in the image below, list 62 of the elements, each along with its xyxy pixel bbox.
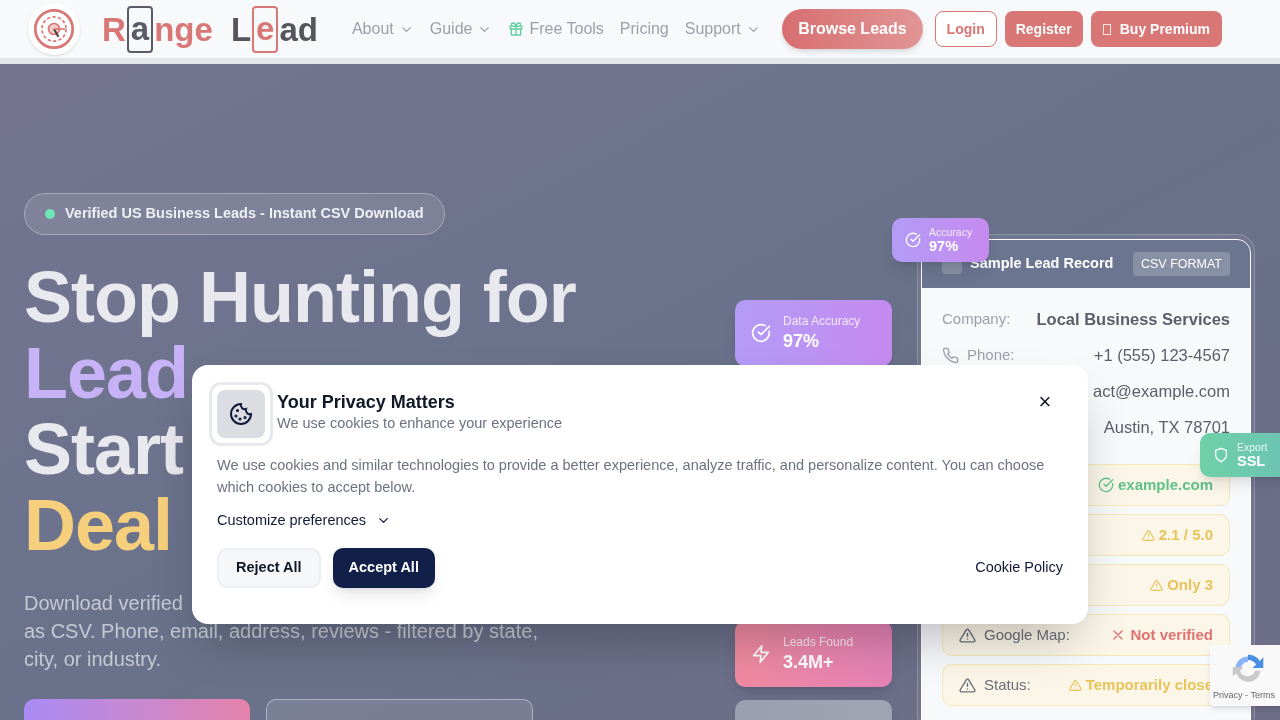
nav-link[interactable]: Free Tools	[508, 17, 604, 41]
phone-icon	[942, 346, 959, 364]
field-value: +1 (555) 123-4567	[1093, 344, 1230, 366]
nav-dropdown[interactable]: Guide	[429, 17, 493, 41]
stat-value: 3.4M+	[783, 651, 835, 674]
warning-icon	[959, 676, 976, 694]
warning-icon	[1141, 528, 1155, 542]
header-button[interactable]: Login	[934, 11, 997, 47]
status-value: 2.1 / 5.0	[1141, 523, 1213, 547]
check-circle-icon	[1097, 477, 1114, 493]
badge-label: Export	[1237, 440, 1268, 453]
field-label: Status:	[984, 674, 1031, 695]
placeholder-icon	[1102, 23, 1111, 35]
check-circle-icon	[905, 232, 921, 248]
badge-value: 97%	[929, 237, 959, 255]
hero-description: as CSV. Phone, email, address, reviews - filtered by state, city, or industry.	[24, 619, 539, 672]
lightning-icon	[751, 644, 771, 664]
stat-label: Data Accuracy	[783, 313, 861, 329]
headline-line: Deal	[24, 487, 173, 563]
field-value: act@example.com	[1093, 380, 1230, 402]
badge-label: Accuracy	[929, 225, 973, 238]
warning-icon	[1068, 678, 1082, 692]
field-label: Google Map:	[984, 624, 1070, 645]
headline-line: Start	[24, 411, 184, 487]
reject-button[interactable]: Reject All	[217, 547, 321, 588]
dialog-subtitle: We use cookies to enhance your experience	[277, 414, 563, 433]
status-value: Only 3	[1150, 573, 1213, 597]
hero-badge: Verified US Business Leads - Instant CSV Download	[24, 193, 445, 235]
customize-toggle[interactable]: Customize preferences	[217, 510, 392, 532]
header-button[interactable]: Buy Premium	[1090, 11, 1222, 47]
gift-icon	[508, 21, 525, 37]
header-button[interactable]: Register	[1004, 11, 1083, 47]
field-label: Phone:	[967, 344, 1015, 365]
headline-line: Stop Hunting for	[24, 259, 576, 335]
accept-button[interactable]: Accept All	[332, 547, 435, 588]
warning-icon	[1150, 578, 1164, 592]
stat-value: 97%	[783, 330, 821, 353]
warning-icon	[959, 626, 976, 644]
dialog-title: Your Privacy Matters	[277, 391, 455, 413]
close-button[interactable]: ×	[1033, 390, 1057, 414]
logo-icon[interactable]	[28, 3, 80, 55]
shield-icon	[1213, 447, 1229, 463]
header-button[interactable]: Browse Leads	[782, 9, 923, 49]
nav-link[interactable]: Pricing	[619, 17, 669, 41]
recaptcha-badge[interactable]: Privacy - Terms	[1210, 645, 1280, 706]
check-circle-icon	[751, 323, 771, 343]
status-value: example.com	[1097, 473, 1213, 497]
logo-wordmark[interactable]: Range L e ad	[102, 5, 318, 53]
stat-label: Leads Found	[783, 634, 854, 650]
recaptcha-links: Privacy - Terms	[1213, 689, 1275, 702]
cookie-policy-link[interactable]: Cookie Policy	[975, 556, 1063, 579]
cookie-icon	[209, 382, 273, 446]
hero-description: Download verified	[24, 591, 183, 616]
field-label: Company:	[942, 308, 1011, 329]
dialog-body: We use cookies and similar technologies to provide a better experience, analyze traffic, and personalize content. You can choose which cookies to accept below.	[217, 456, 1046, 497]
badge-value: SSL	[1237, 452, 1266, 470]
field-value: Local Business Services	[1036, 308, 1230, 330]
nav-dropdown[interactable]: About	[351, 17, 414, 41]
format-tag: CSV FORMAT	[1132, 252, 1230, 276]
status-value: Not verified	[1110, 623, 1213, 647]
field-value: Austin, TX 78701	[1103, 416, 1230, 438]
nav-dropdown[interactable]: Support	[684, 17, 761, 41]
